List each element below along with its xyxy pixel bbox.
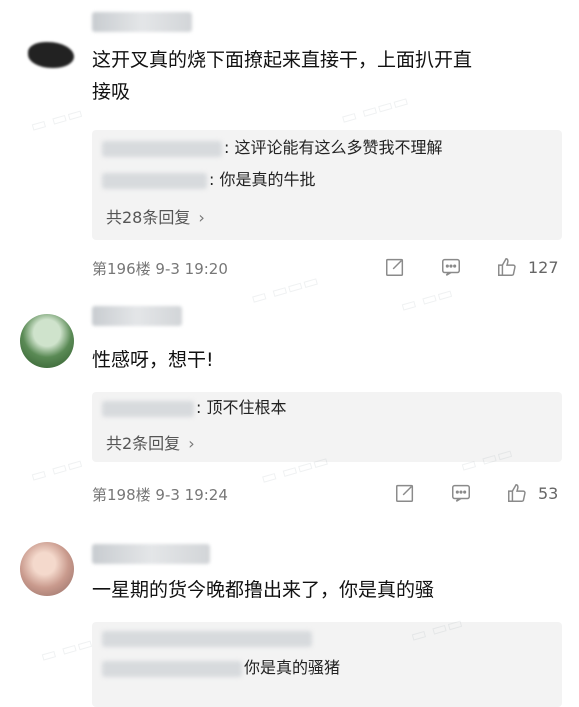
reply-username-blurred[interactable] xyxy=(102,172,207,189)
comment-item: 这开叉真的烧下面撩起来直接干，上面扒开直 接吸 : 这评论能有这么多赞我不理解 … xyxy=(0,0,579,290)
username-blurred[interactable] xyxy=(92,544,210,564)
thumbs-up-icon[interactable] xyxy=(496,256,522,282)
comment-text: 这开叉真的烧下面撩起来直接干，上面扒开直 接吸 xyxy=(92,49,473,103)
edit-icon[interactable] xyxy=(384,256,410,282)
reply-username-blurred[interactable] xyxy=(102,630,312,647)
reply-box[interactable]: : 这评论能有这么多赞我不理解 : 你是真的牛批 共28条回复 › xyxy=(92,130,562,240)
reply-line: : 顶不住根本 xyxy=(102,396,286,420)
edit-icon[interactable] xyxy=(394,482,420,508)
comment-meta: 第196楼 9-3 19:20 127 xyxy=(92,256,565,282)
reply-username-blurred[interactable] xyxy=(102,140,222,157)
avatar[interactable] xyxy=(20,314,74,368)
thumbs-up-icon[interactable] xyxy=(506,482,532,508)
reply-line xyxy=(102,626,314,650)
username-blurred[interactable] xyxy=(92,306,182,326)
floor-and-time: 第196楼 9-3 19:20 xyxy=(92,260,228,278)
floor-and-time: 第198楼 9-3 19:24 xyxy=(92,486,228,504)
reply-line: 你是真的骚猪 xyxy=(102,656,340,680)
comment-item: 性感呀，想干! : 顶不住根本 共2条回复 › 第198楼 9-3 19:24 5… xyxy=(0,296,579,532)
avatar[interactable] xyxy=(28,42,74,68)
username-blurred[interactable] xyxy=(92,12,192,32)
chevron-right-icon: › xyxy=(188,434,195,453)
reply-line: : 你是真的牛批 xyxy=(102,168,315,192)
like-count: 127 xyxy=(528,258,559,277)
reply-box[interactable]: 你是真的骚猪 xyxy=(92,622,562,707)
comment-text: 一星期的货今晚都撸出来了，你是真的骚 xyxy=(92,579,435,601)
like-count: 53 xyxy=(538,484,559,503)
avatar[interactable] xyxy=(20,542,74,596)
chevron-right-icon: › xyxy=(198,208,205,227)
reply-line: : 这评论能有这么多赞我不理解 xyxy=(102,136,442,160)
comment-text: 性感呀，想干! xyxy=(92,349,214,371)
more-replies-link[interactable]: 共28条回复 › xyxy=(106,204,205,228)
comment-item: 一星期的货今晚都撸出来了，你是真的骚 你是真的骚猪 xyxy=(0,532,579,707)
comment-icon[interactable] xyxy=(440,256,466,282)
comment-icon[interactable] xyxy=(450,482,476,508)
reply-username-blurred[interactable] xyxy=(102,660,242,677)
reply-box[interactable]: : 顶不住根本 共2条回复 › xyxy=(92,392,562,462)
comment-meta: 第198楼 9-3 19:24 53 xyxy=(92,482,565,508)
more-replies-link[interactable]: 共2条回复 › xyxy=(106,430,195,454)
reply-username-blurred[interactable] xyxy=(102,400,194,417)
